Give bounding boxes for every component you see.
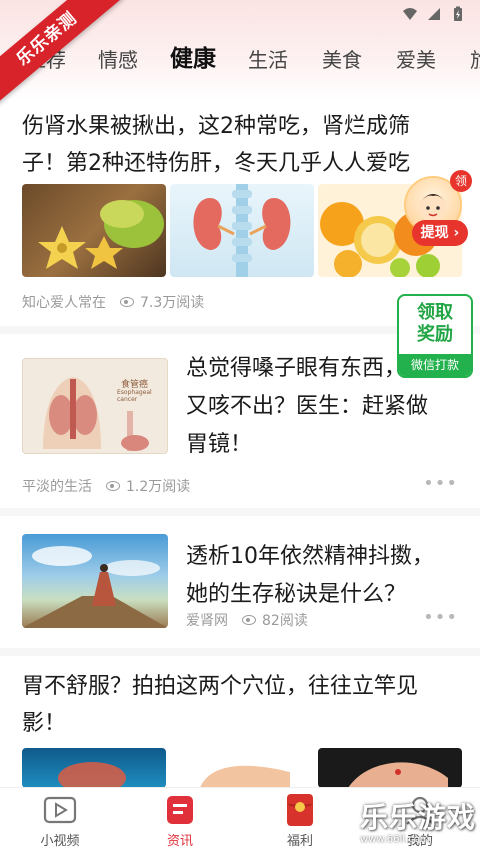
news-icon [163, 794, 197, 826]
site-watermark: 乐乐游戏 www.66ll.com [360, 796, 478, 852]
reward-subtitle: 微信打款 [399, 354, 471, 376]
nav-item-news[interactable]: 资讯 [145, 794, 215, 849]
eye-icon [106, 481, 120, 491]
video-icon [43, 794, 77, 826]
title-line: 又咳不出？医生：赶紧做 [186, 394, 429, 419]
tab-beauty[interactable]: 爱美 [396, 40, 436, 80]
gift-icon [283, 794, 317, 826]
hand-image [170, 748, 314, 788]
tab-food[interactable]: 美食 [322, 40, 362, 80]
nav-item-welfare[interactable]: 福利 [265, 794, 335, 849]
title-line: 透析10年依然精神抖擞， [186, 544, 434, 569]
nav-item-video[interactable]: 小视频 [25, 794, 95, 849]
nav-label: 小视频 [40, 834, 80, 849]
article-title: 伤肾水果被揪出，这2种常吃，肾烂成筛 子！第2种还特伤肝，冬天几乎人人爱吃 [22, 108, 462, 182]
title-line: 伤肾水果被揪出，这2种常吃，肾烂成筛 [22, 114, 410, 139]
cash-out-widget[interactable]: 领 提现 › [398, 170, 472, 250]
signal-icon [428, 8, 440, 20]
article-source: 知心爱人常在 [22, 295, 106, 311]
eye-icon [242, 615, 256, 625]
wifi-icon [403, 8, 417, 20]
title-line: 胃不舒服？拍拍这两个穴位，往往立竿见 [22, 674, 419, 699]
esophagus-image: 食管癌 Esophageal cancer [22, 358, 168, 454]
image-row [22, 184, 462, 277]
article-meta: 平淡的生活 1.2万阅读 [22, 476, 190, 496]
tab-emotion[interactable]: 情感 [98, 40, 138, 80]
kidney-image [170, 184, 314, 277]
stomach-image [22, 748, 166, 788]
article-title: 透析10年依然精神抖擞， 她的生存秘诀是什么？ [186, 538, 466, 614]
reward-title-line: 领取 [417, 302, 453, 323]
withdraw-button[interactable]: 提现 › [412, 220, 468, 246]
eye-icon [120, 297, 134, 307]
more-options-icon[interactable]: ••• [423, 607, 458, 628]
starfruit-image [22, 184, 166, 277]
article-title: 胃不舒服？拍拍这两个穴位，往往立竿见 影！ [22, 668, 462, 742]
reward-title-line: 奖励 [417, 324, 453, 345]
divider [0, 508, 480, 516]
nav-label: 资讯 [166, 834, 193, 849]
battery-icon [454, 6, 462, 21]
palm-image [318, 748, 462, 788]
claim-badge: 领 [450, 170, 472, 192]
article-reads: 1.2万阅读 [126, 479, 191, 495]
tab-health[interactable]: 健康 [170, 40, 216, 79]
image-row [22, 748, 462, 788]
article-source: 平淡的生活 [22, 479, 92, 495]
title-line: 子！第2种还特伤肝，冬天几乎人人爱吃 [22, 151, 410, 176]
nav-label: 福利 [286, 834, 313, 849]
article-meta: 知心爱人常在 7.3万阅读 [22, 292, 204, 312]
more-options-icon[interactable]: ••• [423, 473, 458, 494]
divider [0, 648, 480, 656]
category-tabs: 推荐 情感 健康 生活 美食 爱美 旅 [0, 40, 480, 80]
thumb-sublabel: Esophageal cancer [117, 389, 152, 403]
article-reads: 7.3万阅读 [140, 295, 205, 311]
withdraw-label: 提现 [420, 225, 449, 241]
reward-widget[interactable]: 领取 奖励 微信打款 [397, 294, 473, 378]
watermark-text: 乐乐游戏 [360, 801, 477, 834]
tab-travel[interactable]: 旅 [470, 40, 480, 80]
tab-life[interactable]: 生活 [248, 40, 288, 80]
reward-title: 领取 奖励 [399, 302, 471, 346]
status-bar [402, 6, 466, 22]
article-source: 爱肾网 [186, 613, 228, 629]
title-line: 影！ [22, 711, 67, 736]
article-meta: 爱肾网 82阅读 [186, 610, 308, 630]
article-reads: 82阅读 [262, 613, 308, 629]
title-line: 胃镜！ [186, 432, 253, 457]
road-image [22, 534, 168, 628]
